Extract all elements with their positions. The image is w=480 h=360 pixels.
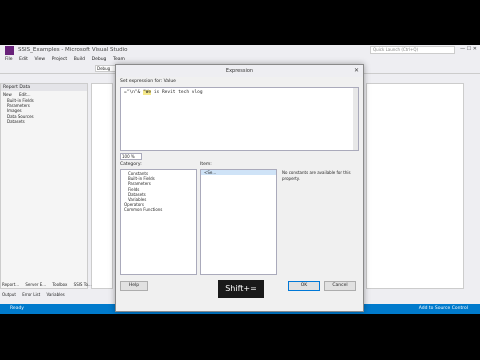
right-dock-tabs (466, 75, 480, 300)
bottom-tab-strip: Report... Server E... Toolbox SSIS To... (0, 282, 112, 290)
expression-prefix: ="\n"& (124, 90, 143, 95)
item-label: Item: (200, 162, 212, 167)
title-bar: SSIS_Examples - Microsoft Visual Studio … (0, 45, 480, 56)
category-tree[interactable]: Constants Built-in Fields Parameters Fie… (120, 169, 197, 275)
report-design-surface (91, 83, 113, 289)
report-data-header: Report Data (1, 84, 87, 91)
tab-server[interactable]: Server E... (25, 282, 46, 287)
keystroke-caption: Shift+= (218, 280, 264, 298)
category-common-functions[interactable]: Common Functions (124, 207, 193, 212)
item-selected[interactable]: <Se... (201, 170, 276, 176)
menu-debug[interactable]: Debug (92, 57, 107, 62)
description-text: No constants are available for this prop… (282, 170, 351, 181)
dialog-title-bar: Expression ✕ (116, 65, 363, 77)
tree-item-datasets[interactable]: Datasets (1, 119, 87, 124)
tab-variables[interactable]: Variables (46, 292, 64, 297)
category-label: Category: (120, 162, 142, 167)
status-right[interactable]: Add to Source Control (419, 306, 468, 311)
description-box: No constants are available for this prop… (280, 169, 359, 275)
tab-output[interactable]: Output (2, 292, 16, 297)
cancel-button[interactable]: Cancel (324, 281, 356, 291)
expression-dialog: Expression ✕ Set expression for: Value =… (115, 64, 364, 312)
menu-bar: File Edit View Project Build Debug Team (0, 56, 480, 64)
menu-view[interactable]: View (34, 57, 45, 62)
tab-toolbox[interactable]: Toolbox (52, 282, 67, 287)
expression-rest: is Revit tech vlog (151, 90, 203, 95)
editor-scrollbar[interactable] (353, 88, 358, 150)
menu-team[interactable]: Team (113, 57, 125, 62)
tab-error-list[interactable]: Error List (22, 292, 40, 297)
menu-project[interactable]: Project (52, 57, 67, 62)
menu-edit[interactable]: Edit (19, 57, 28, 62)
quick-launch-input[interactable]: Quick Launch (Ctrl+Q) (370, 46, 455, 54)
close-icon[interactable]: ✕ (354, 65, 359, 77)
window-title: SSIS_Examples - Microsoft Visual Studio (18, 47, 128, 53)
report-data-panel: Report Data New Edit... Built-in Fields … (0, 83, 88, 289)
new-button[interactable]: New (3, 92, 12, 97)
expression-highlight: "We (142, 90, 152, 95)
status-left: Ready (10, 306, 24, 311)
zoom-dropdown[interactable]: 100 % (120, 153, 142, 160)
tab-report[interactable]: Report... (2, 282, 19, 287)
output-tab-strip: Output Error List Variables (0, 292, 112, 300)
expression-editor[interactable]: ="\n"& "We is Revit tech vlog (120, 87, 359, 151)
tab-ssis[interactable]: SSIS To... (74, 282, 92, 287)
menu-file[interactable]: File (5, 57, 13, 62)
zoom-value: 100 % (122, 154, 135, 159)
window-controls[interactable]: — ☐ ✕ (460, 46, 477, 52)
design-area-right (366, 83, 464, 289)
help-button[interactable]: Help (120, 281, 148, 291)
ok-button[interactable]: OK (288, 281, 320, 291)
menu-build[interactable]: Build (74, 57, 85, 62)
vs-logo-icon (5, 46, 14, 55)
item-list[interactable]: <Se... (200, 169, 277, 275)
expression-prompt: Set expression for: Value (120, 79, 176, 84)
dialog-title: Expression (225, 68, 254, 74)
edit-button[interactable]: Edit... (19, 92, 31, 97)
config-dropdown[interactable]: Debug (95, 65, 117, 72)
